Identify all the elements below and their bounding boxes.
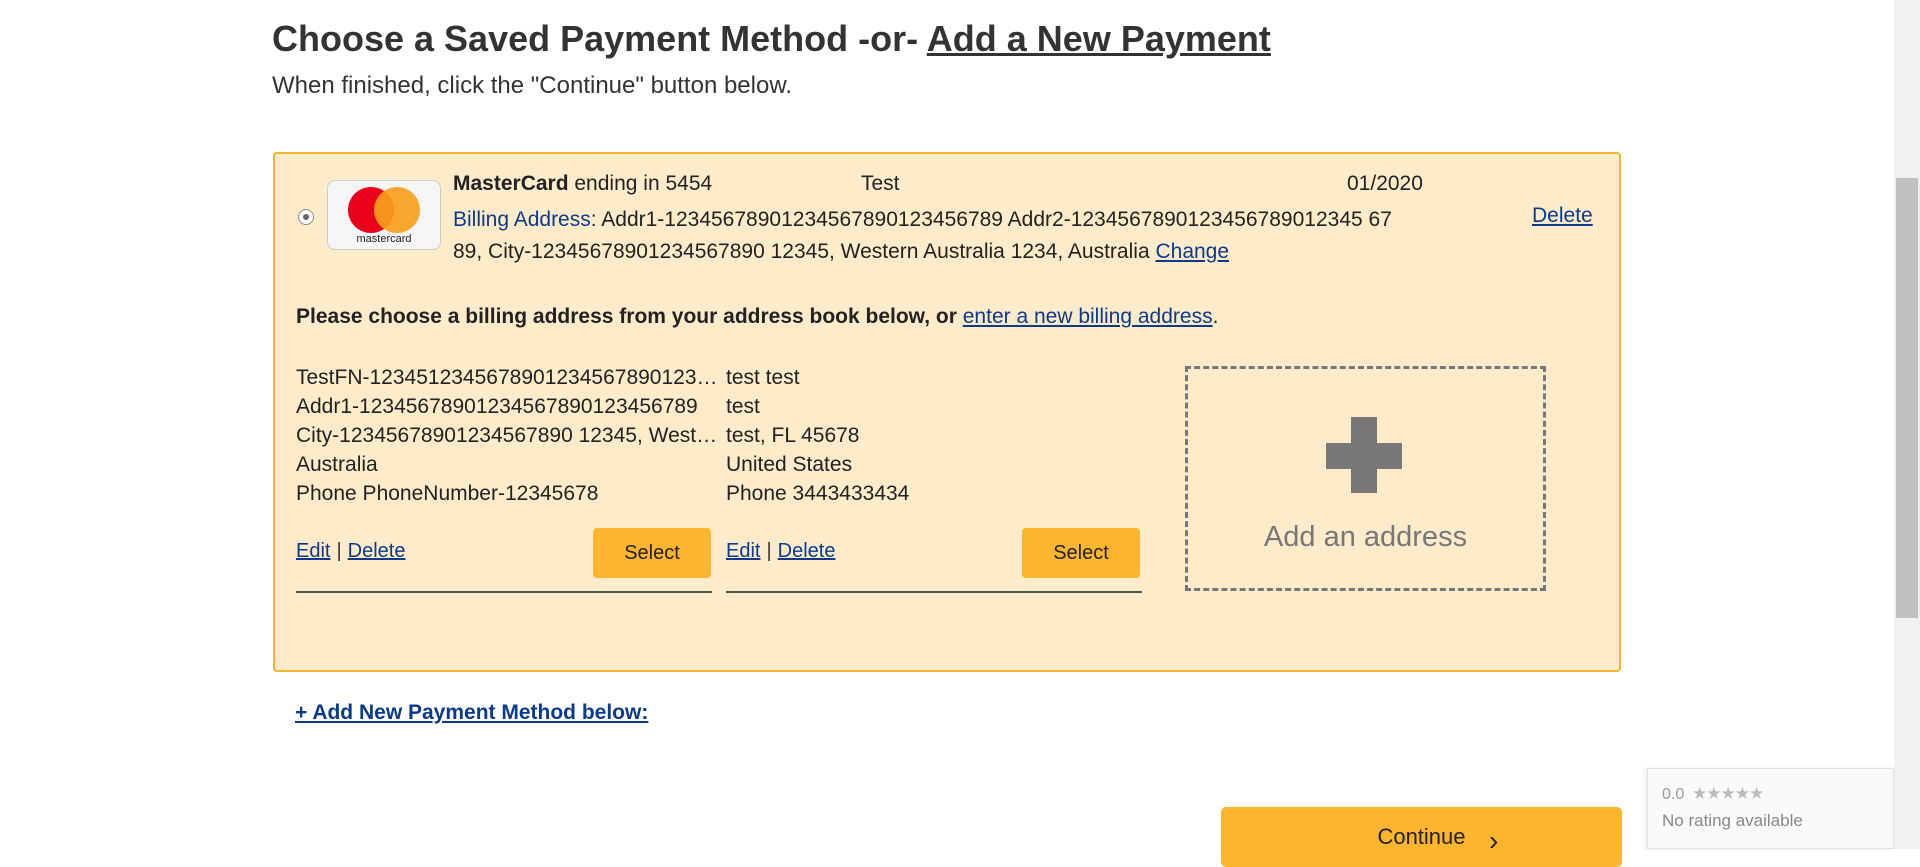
address-book-note-text: Please choose a billing address from you…	[296, 305, 963, 328]
select-address-button[interactable]: Select	[593, 528, 711, 578]
plus-icon-bar	[1326, 443, 1402, 469]
add-new-payment-link[interactable]: Add a New Payment	[927, 18, 1271, 59]
address-divider	[296, 591, 712, 593]
change-billing-link[interactable]: Change	[1155, 240, 1229, 263]
address-book-note: Please choose a billing address from you…	[296, 305, 1218, 329]
address-street: test	[726, 395, 760, 418]
billing-address-line1: : Addr1-12345678901234567890123456789 Ad…	[590, 208, 1392, 231]
page: Choose a Saved Payment Method -or- Add a…	[0, 0, 1920, 867]
select-address-button[interactable]: Select	[1022, 528, 1140, 578]
card-summary: MasterCard ending in 5454	[453, 172, 712, 196]
continue-label: Continue	[1377, 824, 1466, 849]
card-ending: ending in 5454	[568, 172, 713, 195]
address-book-note-end: .	[1212, 305, 1219, 328]
address-city: test, FL 45678	[726, 424, 860, 447]
address-country: United States	[726, 453, 853, 476]
address-name: test test	[726, 366, 800, 389]
card-billing-address: Billing Address: Addr1-12345678901234567…	[453, 204, 1463, 268]
scrollbar-thumb[interactable]	[1896, 178, 1918, 618]
rating-status: No rating available	[1662, 811, 1803, 830]
card-holder-name: Test	[861, 172, 900, 195]
address-city: City-12345678901234567890 12345, Western…	[296, 424, 726, 447]
billing-address-label: Billing Address	[453, 208, 591, 231]
add-address-tile[interactable]: Add an address	[1185, 366, 1546, 591]
delete-address-link[interactable]: Delete	[348, 540, 406, 562]
address-phone: Phone PhoneNumber-12345678	[296, 482, 599, 505]
page-title-text: Choose a Saved Payment Method -or-	[272, 18, 927, 59]
edit-address-link[interactable]: Edit	[296, 540, 330, 562]
page-subtitle: When finished, click the "Continue" butt…	[272, 72, 793, 99]
continue-button[interactable]: Continue ›	[1221, 807, 1622, 867]
card-brand: MasterCard	[453, 172, 569, 195]
billing-address-line2: 89, City-12345678901234567890 12345, Wes…	[453, 240, 1150, 263]
rating-score: 0.0	[1662, 786, 1685, 803]
address-phone: Phone 3443433434	[726, 482, 910, 505]
add-address-label: Add an address	[1263, 521, 1468, 553]
address-street: Addr1-12345678901234567890123456789	[296, 395, 698, 418]
address-name: TestFN-123451234567890123456789012345678…	[296, 366, 726, 389]
delete-address-link[interactable]: Delete	[778, 540, 836, 562]
rating-stars-icon: ★★★★★	[1692, 784, 1764, 803]
payment-method-radio[interactable]	[298, 209, 314, 225]
mastercard-logo-text: mastercard	[356, 233, 412, 245]
delete-card-link[interactable]: Delete	[1532, 204, 1593, 228]
address-card: TestFN-123451234567890123456789012345678…	[296, 363, 726, 508]
action-separator: |	[766, 540, 772, 562]
card-expiry: 01/2020	[1347, 172, 1423, 195]
mastercard-logo-icon: mastercard	[327, 180, 441, 250]
address-divider	[726, 591, 1142, 593]
address-actions: Edit | Delete	[296, 540, 405, 563]
add-new-payment-method-link[interactable]: + Add New Payment Method below:	[295, 701, 648, 725]
enter-new-billing-address-link[interactable]: enter a new billing address	[963, 305, 1213, 328]
page-title: Choose a Saved Payment Method -or- Add a…	[272, 18, 1271, 60]
chevron-right-icon: ›	[1489, 825, 1499, 856]
address-actions: Edit | Delete	[726, 540, 835, 563]
action-separator: |	[336, 540, 342, 562]
edit-address-link[interactable]: Edit	[726, 540, 760, 562]
address-country: Australia	[296, 453, 378, 476]
mastercard-orange-circle	[374, 187, 420, 233]
address-card: test test test test, FL 45678 United Sta…	[726, 363, 1146, 508]
rating-widget[interactable]: 0.0 ★★★★★ No rating available	[1647, 768, 1894, 849]
